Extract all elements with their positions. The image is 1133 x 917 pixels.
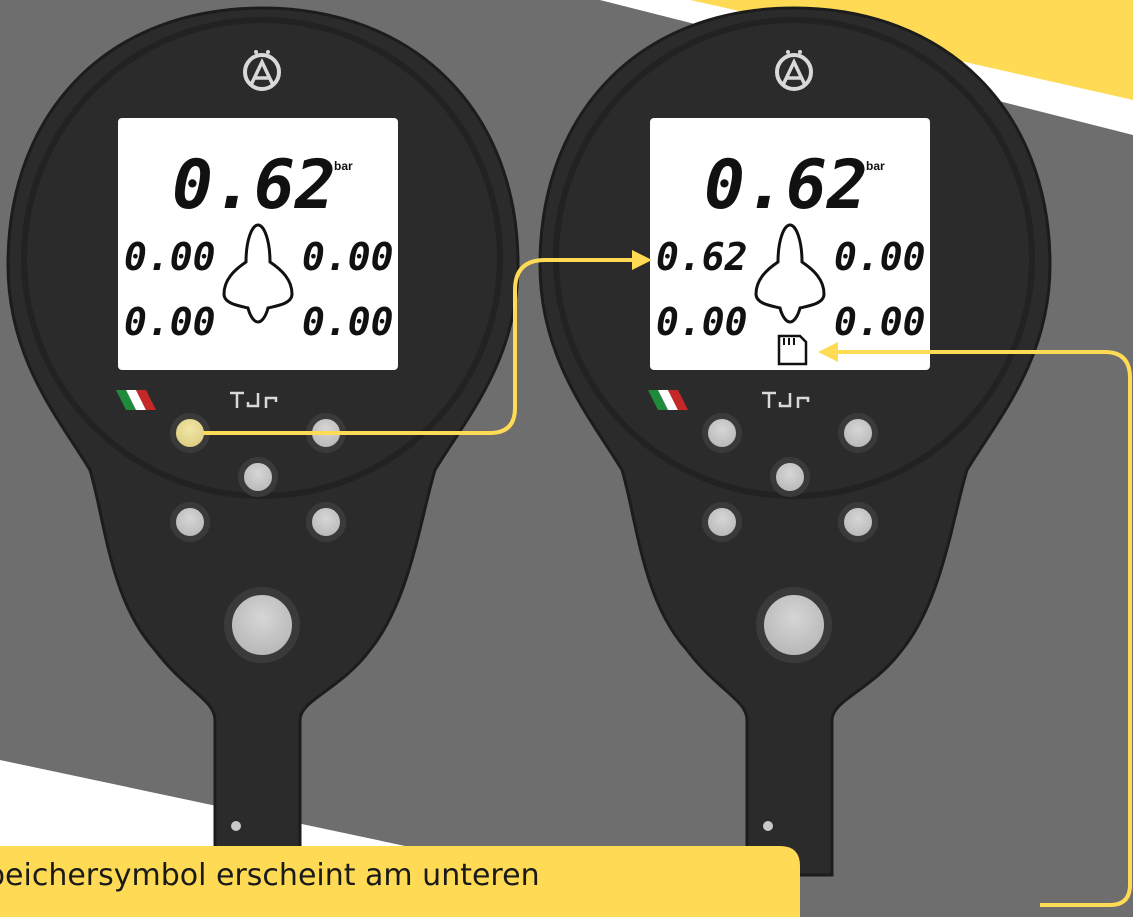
button-upper-right[interactable] xyxy=(838,413,878,453)
mount-hole xyxy=(763,821,773,831)
tire-front-right: 0.00 xyxy=(302,235,394,279)
button-upper-left[interactable] xyxy=(170,413,210,453)
unit-label: bar xyxy=(866,159,885,173)
button-middle[interactable] xyxy=(770,457,810,497)
button-main[interactable] xyxy=(224,587,300,663)
main-pressure-value: 0.62 xyxy=(704,146,868,225)
tire-front-left: 0.00 xyxy=(124,235,216,279)
tire-rear-right: 0.00 xyxy=(302,300,394,344)
unit-label: bar xyxy=(334,159,353,173)
tire-front-right: 0.00 xyxy=(834,235,926,279)
tire-rear-left: 0.00 xyxy=(656,300,748,344)
tire-front-left: 0.62 xyxy=(656,235,748,279)
button-middle[interactable] xyxy=(238,457,278,497)
scene: 0.62 bar 0.00 0.00 0.00 0.00 0.62 bar 0.… xyxy=(0,0,1133,917)
caption-text: peichersymbol erscheint am unteren xyxy=(0,858,540,893)
button-main[interactable] xyxy=(756,587,832,663)
button-lower-left[interactable] xyxy=(170,502,210,542)
main-pressure-value: 0.62 xyxy=(172,146,336,225)
button-upper-left[interactable] xyxy=(702,413,742,453)
tire-rear-right: 0.00 xyxy=(834,300,926,344)
button-lower-right[interactable] xyxy=(838,502,878,542)
mount-hole xyxy=(231,821,241,831)
button-lower-right[interactable] xyxy=(306,502,346,542)
button-lower-left[interactable] xyxy=(702,502,742,542)
tire-rear-left: 0.00 xyxy=(124,300,216,344)
